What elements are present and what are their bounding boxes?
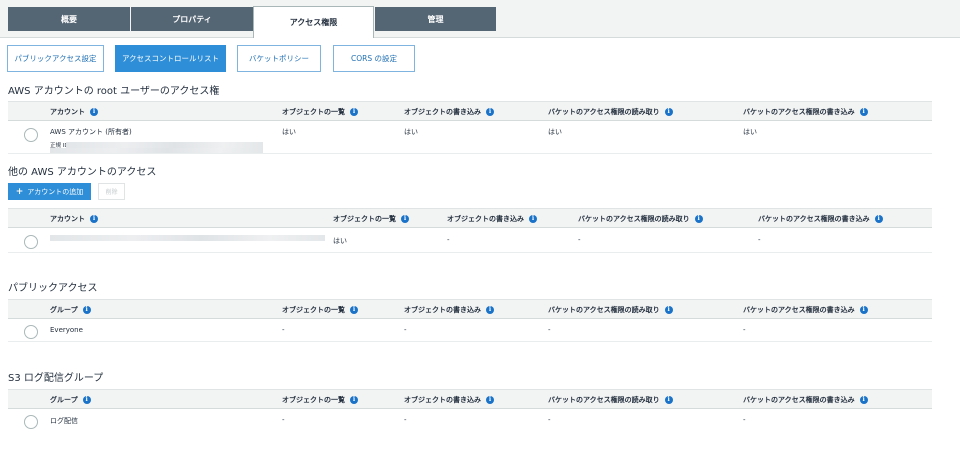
info-icon[interactable]: i bbox=[90, 108, 98, 116]
col-write: オブジェクトの書き込み i bbox=[404, 300, 494, 320]
info-icon[interactable]: i bbox=[401, 215, 409, 223]
table-row: AWS アカウント (所有者) 正規 ID: はい はい はい はい bbox=[8, 122, 932, 154]
col-write-acl: バケットのアクセス権限の書き込み i bbox=[743, 102, 868, 122]
public-access-settings-button[interactable]: パブリックアクセス設定 bbox=[7, 45, 104, 72]
table-row: Everyone - - - - bbox=[8, 320, 932, 342]
root-table-header: アカウント i オブジェクトの一覧 i オブジェクトの書き込み i バケットのアクセス… bbox=[8, 101, 932, 121]
cell-write: はい bbox=[404, 128, 418, 136]
cell-write: - bbox=[447, 236, 450, 244]
info-icon[interactable]: i bbox=[350, 396, 358, 404]
info-icon[interactable]: i bbox=[90, 215, 98, 223]
cell-list: はい bbox=[282, 128, 296, 136]
info-icon[interactable]: i bbox=[82, 396, 91, 404]
col-list: オブジェクトの一覧 i bbox=[282, 390, 358, 410]
add-account-button[interactable]: + アカウントの追加 bbox=[8, 183, 91, 200]
col-write-acl: バケットのアクセス権限の書き込み i bbox=[758, 209, 883, 229]
redacted-id bbox=[50, 148, 263, 153]
info-icon[interactable]: i bbox=[82, 306, 91, 314]
info-icon[interactable]: i bbox=[859, 108, 868, 116]
tab-management[interactable]: 管理 bbox=[375, 7, 496, 31]
delete-button[interactable]: 削除 bbox=[98, 183, 125, 200]
info-icon[interactable]: i bbox=[859, 306, 868, 314]
info-icon[interactable]: i bbox=[694, 215, 703, 223]
log-section-title: S3 ログ配信グループ bbox=[8, 373, 104, 384]
table-row: はい - - - bbox=[8, 229, 932, 253]
col-read-acl: バケットのアクセス権限の読み取り i bbox=[578, 209, 703, 229]
cell-list: - bbox=[282, 326, 285, 334]
cell-list: はい bbox=[333, 237, 347, 245]
info-icon[interactable]: i bbox=[350, 108, 358, 116]
cell-write-acl: - bbox=[743, 416, 746, 424]
cell-write-acl: はい bbox=[743, 128, 757, 136]
info-icon[interactable]: i bbox=[664, 108, 673, 116]
cors-settings-button[interactable]: CORS の設定 bbox=[333, 45, 415, 72]
info-icon[interactable]: i bbox=[859, 396, 868, 404]
col-read-acl: バケットのアクセス権限の読み取り i bbox=[548, 390, 673, 410]
info-icon[interactable]: i bbox=[486, 306, 494, 314]
row-radio[interactable] bbox=[24, 415, 38, 429]
acl-button[interactable]: アクセスコントロールリスト bbox=[115, 45, 226, 72]
tab-properties[interactable]: プロパティ bbox=[131, 7, 253, 31]
col-list: オブジェクトの一覧 i bbox=[333, 209, 409, 229]
row-radio[interactable] bbox=[24, 235, 38, 249]
cell-write-acl: - bbox=[743, 326, 746, 334]
plus-icon: + bbox=[15, 186, 24, 197]
tab-overview[interactable]: 概要 bbox=[8, 7, 130, 31]
bucket-policy-button[interactable]: バケットポリシー bbox=[237, 45, 321, 72]
col-write: オブジェクトの書き込み i bbox=[447, 209, 537, 229]
cell-read-acl: - bbox=[548, 416, 551, 424]
col-list: オブジェクトの一覧 i bbox=[282, 300, 358, 320]
other-section-title: 他の AWS アカウントのアクセス bbox=[8, 167, 157, 178]
group-name: ログ配信 bbox=[50, 417, 78, 425]
tab-bar: 概要 プロパティ アクセス権限 管理 bbox=[0, 0, 960, 38]
info-icon[interactable]: i bbox=[874, 215, 883, 223]
col-account: アカウント i bbox=[50, 102, 98, 122]
public-section-title: パブリックアクセス bbox=[8, 283, 98, 294]
row-radio[interactable] bbox=[24, 128, 38, 142]
col-write: オブジェクトの書き込み i bbox=[404, 390, 494, 410]
cell-write: - bbox=[404, 326, 407, 334]
root-section-title: AWS アカウントの root ユーザーのアクセス権 bbox=[8, 86, 220, 97]
col-write: オブジェクトの書き込み i bbox=[404, 102, 494, 122]
col-list: オブジェクトの一覧 i bbox=[282, 102, 358, 122]
col-write-acl: バケットのアクセス権限の書き込み i bbox=[743, 390, 868, 410]
cell-list: - bbox=[282, 416, 285, 424]
public-table-header: グループ i オブジェクトの一覧 i オブジェクトの書き込み i バケットのアクセス権… bbox=[8, 299, 932, 319]
col-read-acl: バケットのアクセス権限の読み取り i bbox=[548, 102, 673, 122]
col-write-acl: バケットのアクセス権限の書き込み i bbox=[743, 300, 868, 320]
cell-write-acl: - bbox=[758, 236, 761, 244]
col-read-acl: バケットのアクセス権限の読み取り i bbox=[548, 300, 673, 320]
info-icon[interactable]: i bbox=[664, 396, 673, 404]
table-row: ログ配信 - - - - bbox=[8, 410, 932, 432]
cell-read-acl: - bbox=[548, 326, 551, 334]
info-icon[interactable]: i bbox=[529, 215, 537, 223]
other-table-header: アカウント i オブジェクトの一覧 i オブジェクトの書き込み i バケットのアクセス… bbox=[8, 208, 932, 228]
redacted-account-id bbox=[50, 235, 325, 241]
cell-read-acl: はい bbox=[548, 128, 562, 136]
info-icon[interactable]: i bbox=[486, 396, 494, 404]
log-table-header: グループ i オブジェクトの一覧 i オブジェクトの書き込み i バケットのアクセス権… bbox=[8, 389, 932, 409]
row-radio[interactable] bbox=[24, 325, 38, 339]
info-icon[interactable]: i bbox=[350, 306, 358, 314]
info-icon[interactable]: i bbox=[664, 306, 673, 314]
col-account: アカウント i bbox=[50, 209, 98, 229]
account-name: AWS アカウント (所有者) bbox=[50, 128, 132, 136]
col-group: グループ i bbox=[50, 390, 91, 410]
group-name: Everyone bbox=[50, 326, 83, 334]
cell-write: - bbox=[404, 416, 407, 424]
col-group: グループ i bbox=[50, 300, 91, 320]
cell-read-acl: - bbox=[578, 236, 581, 244]
info-icon[interactable]: i bbox=[486, 108, 494, 116]
tab-permissions[interactable]: アクセス権限 bbox=[253, 6, 374, 38]
